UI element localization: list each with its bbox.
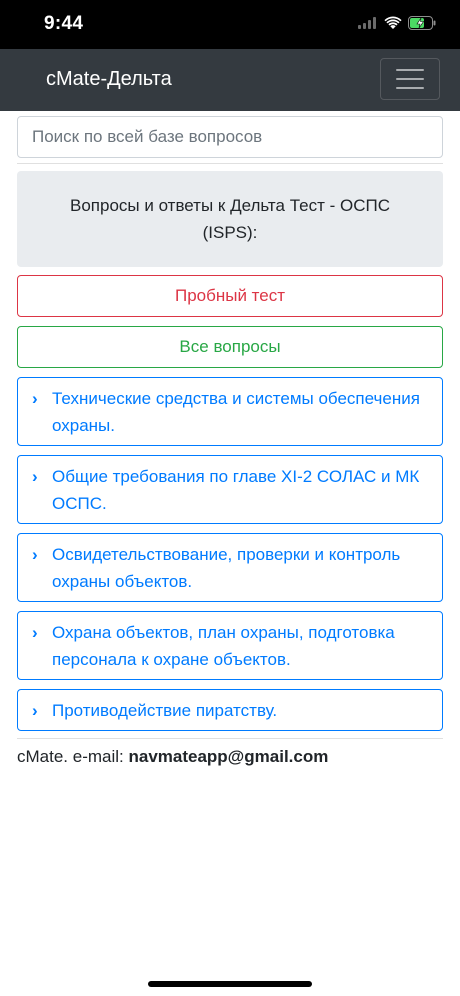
menu-toggle-button[interactable] bbox=[380, 58, 440, 100]
footer-prefix: cMate. e-mail: bbox=[17, 747, 129, 766]
category-item-security-plan-training[interactable]: › Охрана объектов, план охраны, подготов… bbox=[17, 611, 443, 680]
footer-email-link[interactable]: navmateapp@gmail.com bbox=[128, 747, 328, 766]
category-label: Технические средства и системы обеспечен… bbox=[52, 389, 420, 435]
category-item-surveys-inspections[interactable]: › Освидетельствование, проверки и контро… bbox=[17, 533, 443, 602]
divider bbox=[17, 163, 443, 164]
section-header: Вопросы и ответы к Дельта Тест - ОСПС (I… bbox=[17, 171, 443, 267]
chevron-right-icon: › bbox=[32, 389, 38, 408]
category-item-technical-means[interactable]: › Технические средства и системы обеспеч… bbox=[17, 377, 443, 446]
all-questions-button[interactable]: Все вопросы bbox=[17, 326, 443, 368]
practice-test-button[interactable]: Пробный тест bbox=[17, 275, 443, 317]
category-label: Общие требования по главе XI-2 СОЛАС и М… bbox=[52, 467, 420, 513]
chevron-right-icon: › bbox=[32, 701, 38, 720]
chevron-right-icon: › bbox=[32, 623, 38, 642]
hamburger-icon-line bbox=[396, 69, 424, 71]
home-indicator[interactable] bbox=[148, 981, 312, 987]
section-header-text: Вопросы и ответы к Дельта Тест - ОСПС (I… bbox=[70, 196, 390, 242]
signal-icon bbox=[358, 17, 376, 29]
category-label: Освидетельствование, проверки и контроль… bbox=[52, 545, 401, 591]
status-time: 9:44 bbox=[44, 13, 84, 34]
chevron-right-icon: › bbox=[32, 545, 38, 564]
category-label: Противодействие пиратству. bbox=[52, 701, 278, 720]
footer-divider bbox=[17, 738, 443, 739]
category-label: Охрана объектов, план охраны, подготовка… bbox=[52, 623, 395, 669]
battery-charging-icon bbox=[408, 16, 436, 30]
chevron-right-icon: › bbox=[32, 467, 38, 486]
category-item-anti-piracy[interactable]: › Противодействие пиратству. bbox=[17, 689, 443, 731]
wifi-icon bbox=[384, 16, 402, 29]
hamburger-icon-line bbox=[396, 87, 424, 89]
category-item-general-requirements[interactable]: › Общие требования по главе XI-2 СОЛАС и… bbox=[17, 455, 443, 524]
navbar: cMate-Дельта bbox=[0, 49, 460, 111]
status-icons bbox=[358, 16, 436, 30]
status-bar: 9:44 bbox=[0, 0, 460, 49]
hamburger-icon-line bbox=[396, 78, 424, 80]
brand-title[interactable]: cMate-Дельта bbox=[46, 68, 172, 91]
footer: cMate. e-mail: navmateapp@gmail.com bbox=[17, 747, 443, 767]
search-input[interactable] bbox=[17, 116, 443, 158]
main-content: Вопросы и ответы к Дельта Тест - ОСПС (I… bbox=[17, 116, 443, 767]
